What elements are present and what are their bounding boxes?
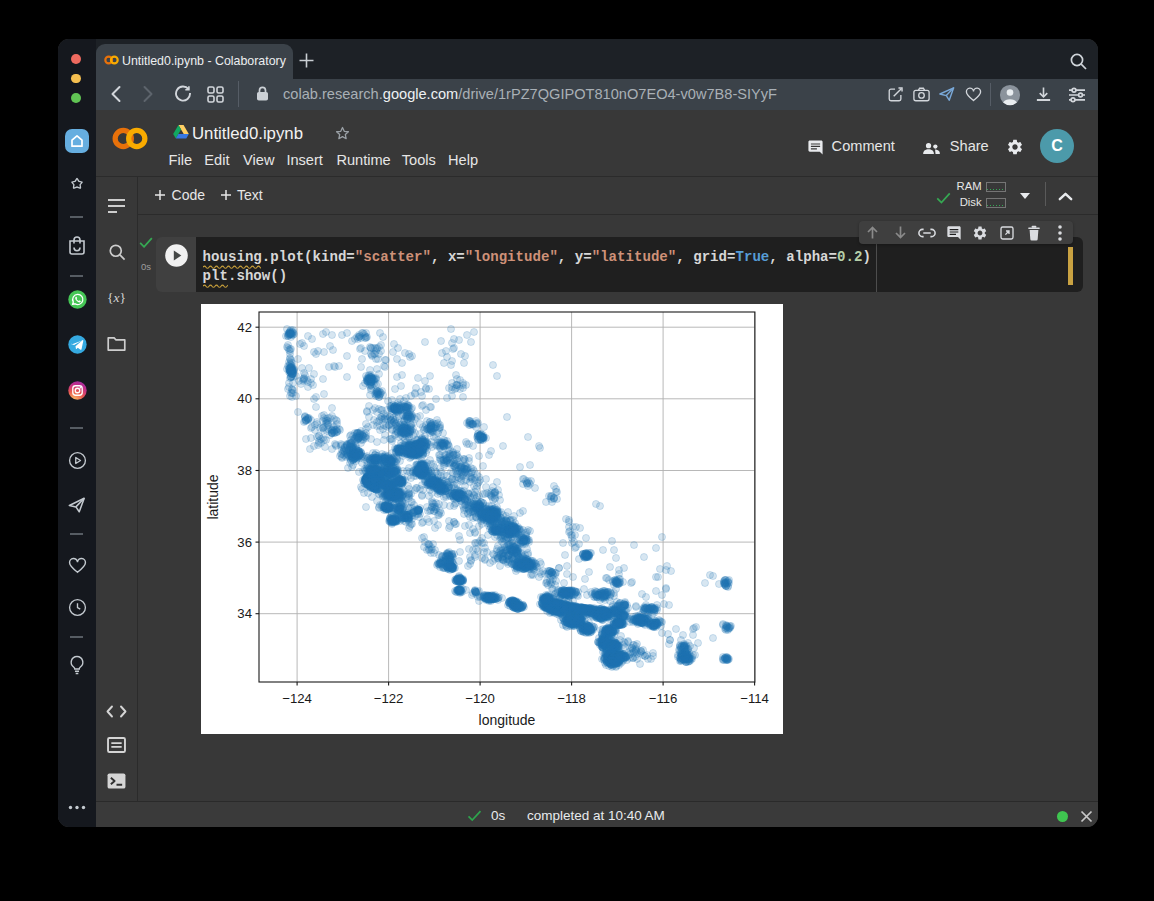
svg-text:−118: −118 (557, 691, 586, 706)
svg-text:36: 36 (237, 535, 252, 550)
svg-text:−122: −122 (373, 691, 403, 706)
svg-text:38: 38 (237, 463, 252, 478)
svg-text:−114: −114 (740, 691, 769, 706)
svg-text:42: 42 (237, 320, 252, 335)
svg-text:latitude: latitude (205, 474, 221, 519)
svg-text:40: 40 (237, 391, 252, 406)
svg-text:−120: −120 (465, 691, 495, 706)
svg-text:longitude: longitude (478, 712, 535, 728)
svg-text:−124: −124 (282, 691, 312, 706)
svg-text:34: 34 (237, 606, 252, 621)
svg-text:−116: −116 (648, 691, 677, 706)
